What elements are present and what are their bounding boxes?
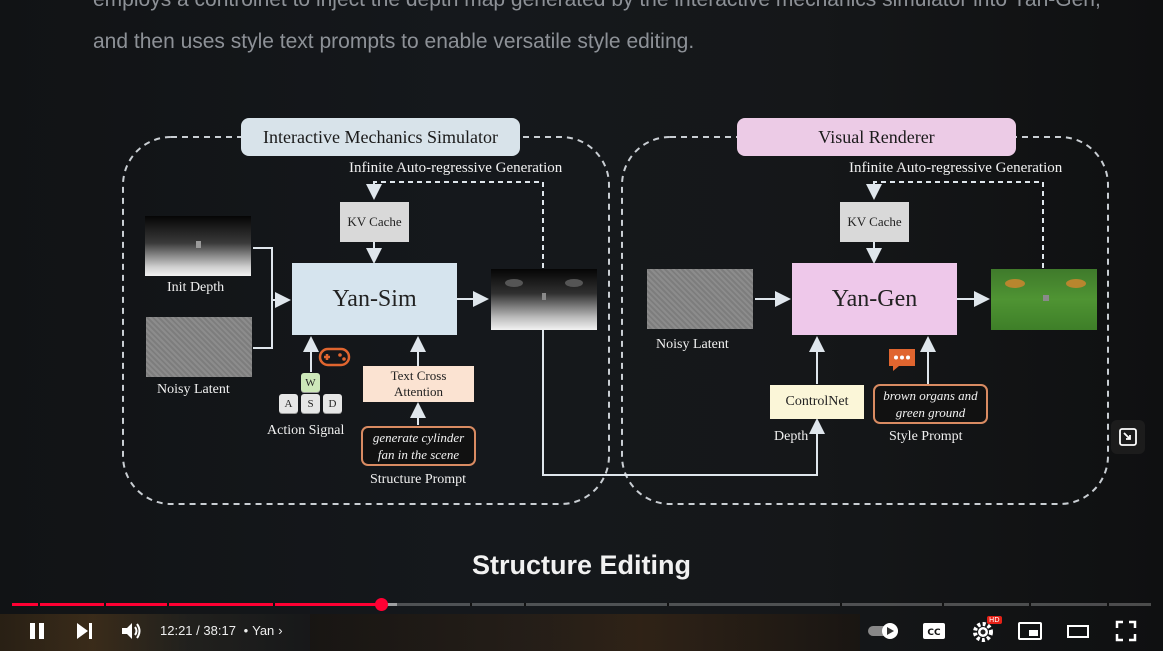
chapter-divider <box>104 603 106 606</box>
resize-icon <box>1119 428 1137 446</box>
gamepad-icon <box>318 347 351 367</box>
key-w: W <box>301 373 320 392</box>
current-time: 12:21 <box>160 623 193 638</box>
captions-icon: CC <box>923 623 945 639</box>
chapter-divider <box>942 603 944 606</box>
next-button[interactable] <box>70 614 98 648</box>
miniplayer-icon <box>1018 622 1042 640</box>
video-frame[interactable]: employs a controlnet to inject the depth… <box>0 0 1163 651</box>
pause-button[interactable] <box>22 614 52 648</box>
controlnet-box: ControlNet <box>770 385 864 419</box>
text-cross-attention: Text Cross Attention <box>363 366 474 402</box>
captions-button[interactable]: CC <box>918 614 950 648</box>
mute-button[interactable] <box>116 614 146 648</box>
structure-prompt-label: Structure Prompt <box>370 472 467 487</box>
style-prompt-box: brown organs and green ground <box>873 384 988 424</box>
renderer-panel-title: Visual Renderer <box>737 118 1016 156</box>
settings-button[interactable]: HD <box>966 614 1002 648</box>
theater-mode-button[interactable] <box>1062 614 1094 648</box>
yan-sim-model: Yan-Sim <box>292 263 457 335</box>
text-cross-line-2: Attention <box>393 384 444 399</box>
chapter-divider <box>470 603 472 606</box>
hd-badge: HD <box>987 616 1002 624</box>
chapter-bullet: • <box>243 623 249 638</box>
left-noisy-latent-image <box>146 317 252 377</box>
fullscreen-icon <box>1115 620 1137 642</box>
structure-prompt-line-1: generate cylinder <box>372 430 465 445</box>
next-icon <box>77 623 92 639</box>
pause-icon <box>30 623 44 639</box>
chapter-divider <box>524 603 526 606</box>
chapter-divider <box>167 603 169 606</box>
chapter-divider <box>273 603 275 606</box>
time-separator: / <box>192 623 204 638</box>
text-cross-line-1: Text Cross <box>390 368 447 383</box>
chapter-divider <box>1107 603 1109 606</box>
style-prompt-line-1: brown organs and <box>883 388 978 403</box>
chapter-divider <box>840 603 842 606</box>
scrubber-handle[interactable] <box>375 598 388 611</box>
left-loop-label: Infinite Auto-regressive Generation <box>349 160 563 176</box>
chapter-divider <box>1029 603 1031 606</box>
chapter-divider <box>667 603 669 606</box>
simulator-panel-title: Interactive Mechanics Simulator <box>241 118 520 156</box>
left-kv-cache: KV Cache <box>340 202 409 242</box>
chat-bubble-icon <box>889 349 915 371</box>
key-s: S <box>301 394 320 413</box>
exit-fullscreen-overlay-button[interactable] <box>1111 420 1145 454</box>
duration: 38:17 <box>203 623 236 638</box>
action-signal-label: Action Signal <box>267 423 345 438</box>
rendered-output-image <box>991 269 1097 330</box>
autoplay-toggle-icon <box>868 623 898 639</box>
player-controls: 12:21 / 38:17 • Yan › CC HD <box>0 614 1163 651</box>
init-depth-label: Init Depth <box>167 280 225 295</box>
depth-label: Depth <box>774 429 809 444</box>
right-kv-cache: KV Cache <box>840 202 909 242</box>
miniplayer-button[interactable] <box>1014 614 1046 648</box>
left-noisy-latent-label: Noisy Latent <box>157 382 230 397</box>
yan-gen-model: Yan-Gen <box>792 263 957 335</box>
fullscreen-button[interactable] <box>1110 614 1142 648</box>
right-loop-label: Infinite Auto-regressive Generation <box>849 160 1063 176</box>
key-d: D <box>323 394 342 413</box>
svg-text:CC: CC <box>927 628 941 638</box>
structure-prompt-box: generate cylinder fan in the scene <box>361 426 476 466</box>
time-display: 12:21 / 38:17 • Yan › <box>160 623 283 638</box>
style-prompt-line-2: green ground <box>895 405 966 420</box>
chevron-right-icon: › <box>278 623 283 638</box>
volume-icon <box>122 623 141 639</box>
theater-icon <box>1067 625 1089 638</box>
played-bar <box>12 603 381 606</box>
style-prompt-label: Style Prompt <box>889 429 963 444</box>
key-a: A <box>279 394 298 413</box>
init-depth-image <box>145 216 251 276</box>
progress-bar[interactable] <box>12 603 1151 606</box>
video-caption: Structure Editing <box>471 550 691 580</box>
structure-prompt-line-2: fan in the scene <box>377 447 460 462</box>
right-noisy-latent-image <box>647 269 753 329</box>
left-output-depth-image <box>491 269 597 330</box>
chapter-title[interactable]: Yan <box>252 623 274 638</box>
right-noisy-latent-label: Noisy Latent <box>656 337 729 352</box>
autoplay-toggle[interactable] <box>864 614 904 648</box>
chapter-divider <box>38 603 40 606</box>
